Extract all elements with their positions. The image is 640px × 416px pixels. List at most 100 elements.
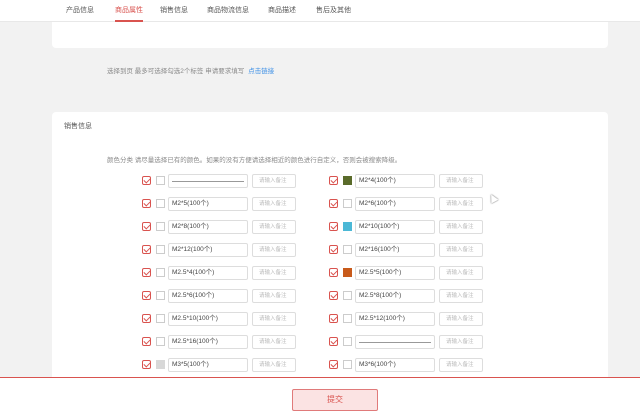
color-checkbox[interactable] — [329, 176, 338, 185]
color-checkbox[interactable] — [329, 337, 338, 346]
color-swatch[interactable] — [156, 268, 165, 277]
remark-input[interactable]: 请输入备注 — [439, 289, 483, 303]
color-option-row: M2.5*6(100个) 请输入备注 — [142, 289, 302, 303]
color-swatch[interactable] — [343, 314, 352, 323]
color-swatch[interactable] — [343, 360, 352, 369]
color-option-row: M2*4(100个) 请输入备注 — [329, 174, 489, 188]
color-checkbox[interactable] — [142, 337, 151, 346]
remark-input[interactable]: 请输入备注 — [439, 312, 483, 326]
color-option-row: M3*5(100个) 请输入备注 — [142, 358, 302, 372]
remark-input[interactable]: 请输入备注 — [252, 220, 296, 234]
remark-input[interactable]: 请输入备注 — [439, 174, 483, 188]
color-name-input[interactable]: M2*5(100个) — [168, 197, 248, 211]
color-swatch[interactable] — [156, 337, 165, 346]
color-checkbox[interactable] — [142, 199, 151, 208]
color-checkbox[interactable] — [142, 314, 151, 323]
tab-sales-info[interactable]: 销售信息 — [160, 0, 188, 22]
color-checkbox[interactable] — [329, 291, 338, 300]
color-option-row: M2*5(100个) 请输入备注 — [142, 197, 302, 211]
color-swatch[interactable] — [343, 291, 352, 300]
remark-input[interactable]: 请输入备注 — [252, 197, 296, 211]
color-name-input[interactable]: M2*10(100个) — [355, 220, 435, 234]
tab-logistics-info[interactable]: 商品物流信息 — [207, 0, 249, 22]
color-name-input[interactable]: M2.5*16(100个) — [168, 335, 248, 349]
color-swatch[interactable] — [343, 176, 352, 185]
submit-button[interactable]: 提交 — [292, 389, 378, 411]
remark-input[interactable]: 请输入备注 — [252, 243, 296, 257]
tab-after-sales[interactable]: 售后及其他 — [316, 0, 351, 22]
color-swatch[interactable] — [343, 337, 352, 346]
remark-input[interactable]: 请输入备注 — [252, 266, 296, 280]
color-swatch[interactable] — [156, 222, 165, 231]
remark-input[interactable]: 请输入备注 — [252, 358, 296, 372]
color-checkbox[interactable] — [329, 222, 338, 231]
color-option-row: M2.5*16(100个) 请输入备注 — [142, 335, 302, 349]
remark-input[interactable]: 请输入备注 — [439, 358, 483, 372]
color-name-input[interactable]: M2.5*10(100个) — [168, 312, 248, 326]
remark-input[interactable]: 请输入备注 — [439, 220, 483, 234]
color-swatch[interactable] — [156, 314, 165, 323]
color-swatch[interactable] — [343, 199, 352, 208]
color-hint: 颜色分类 请尽量选择已有的颜色。如果的没有方便请选择相近的颜色进行自定义，否则会… — [107, 157, 402, 164]
attribute-notice: 选择到页 最多可选择勾选2个标签 申请要求填写 点击链接 — [107, 65, 274, 77]
color-option-row: M2.5*4(100个) 请输入备注 — [142, 266, 302, 280]
remark-input[interactable]: 请输入备注 — [252, 335, 296, 349]
line-swatch-preview — [172, 181, 244, 182]
color-name-input[interactable]: M2*4(100个) — [355, 174, 435, 188]
color-swatch[interactable] — [343, 245, 352, 254]
color-name-input[interactable] — [355, 335, 435, 349]
remark-input[interactable]: 请输入备注 — [252, 289, 296, 303]
color-name-input[interactable]: M2.5*8(100个) — [355, 289, 435, 303]
remark-input[interactable]: 请输入备注 — [439, 197, 483, 211]
color-option-row: M2.5*8(100个) 请输入备注 — [329, 289, 489, 303]
color-option-row: 请输入备注 — [329, 335, 489, 349]
tab-product-description[interactable]: 商品描述 — [268, 0, 296, 22]
color-checkbox[interactable] — [142, 245, 151, 254]
notice-text: 选择到页 最多可选择勾选2个标签 申请要求填写 — [107, 68, 245, 75]
color-checkbox[interactable] — [142, 268, 151, 277]
color-swatch[interactable] — [343, 222, 352, 231]
color-option-row: M2*8(100个) 请输入备注 — [142, 220, 302, 234]
color-option-row: M3*6(100个) 请输入备注 — [329, 358, 489, 372]
color-checkbox[interactable] — [142, 222, 151, 231]
color-checkbox[interactable] — [142, 176, 151, 185]
tab-product-attributes[interactable]: 商品属性 — [115, 0, 143, 22]
color-checkbox[interactable] — [329, 314, 338, 323]
remark-input[interactable]: 请输入备注 — [439, 266, 483, 280]
color-swatch[interactable] — [156, 199, 165, 208]
color-option-row: M2*10(100个) 请输入备注 — [329, 220, 489, 234]
notice-link[interactable]: 点击链接 — [248, 68, 274, 75]
color-checkbox[interactable] — [329, 199, 338, 208]
color-option-row: 请输入备注 — [142, 174, 302, 188]
color-checkbox[interactable] — [142, 291, 151, 300]
remark-input[interactable]: 请输入备注 — [439, 243, 483, 257]
color-name-input[interactable]: M2.5*12(100个) — [355, 312, 435, 326]
color-swatch[interactable] — [156, 245, 165, 254]
color-option-row: M2.5*12(100个) 请输入备注 — [329, 312, 489, 326]
color-checkbox[interactable] — [142, 360, 151, 369]
color-name-input[interactable]: M2*12(100个) — [168, 243, 248, 257]
remark-input[interactable]: 请输入备注 — [252, 312, 296, 326]
color-checkbox[interactable] — [329, 268, 338, 277]
color-swatch[interactable] — [156, 176, 165, 185]
color-name-input[interactable]: M2.5*6(100个) — [168, 289, 248, 303]
remark-input[interactable]: 请输入备注 — [439, 335, 483, 349]
color-swatch[interactable] — [156, 291, 165, 300]
tab-product-info[interactable]: 产品信息 — [66, 0, 94, 22]
attributes-card — [52, 22, 608, 48]
color-name-input[interactable] — [168, 174, 248, 188]
color-checkbox[interactable] — [329, 245, 338, 254]
color-name-input[interactable]: M3*6(100个) — [355, 358, 435, 372]
remark-input[interactable]: 请输入备注 — [252, 174, 296, 188]
color-name-input[interactable]: M2.5*5(100个) — [355, 266, 435, 280]
color-option-row: M2*16(100个) 请输入备注 — [329, 243, 489, 257]
color-name-input[interactable]: M2*8(100个) — [168, 220, 248, 234]
color-name-input[interactable]: M2*16(100个) — [355, 243, 435, 257]
color-swatch[interactable] — [156, 360, 165, 369]
color-option-row: M2.5*5(100个) 请输入备注 — [329, 266, 489, 280]
color-swatch[interactable] — [343, 268, 352, 277]
color-name-input[interactable]: M3*5(100个) — [168, 358, 248, 372]
color-checkbox[interactable] — [329, 360, 338, 369]
color-name-input[interactable]: M2.5*4(100个) — [168, 266, 248, 280]
color-name-input[interactable]: M2*6(100个) — [355, 197, 435, 211]
